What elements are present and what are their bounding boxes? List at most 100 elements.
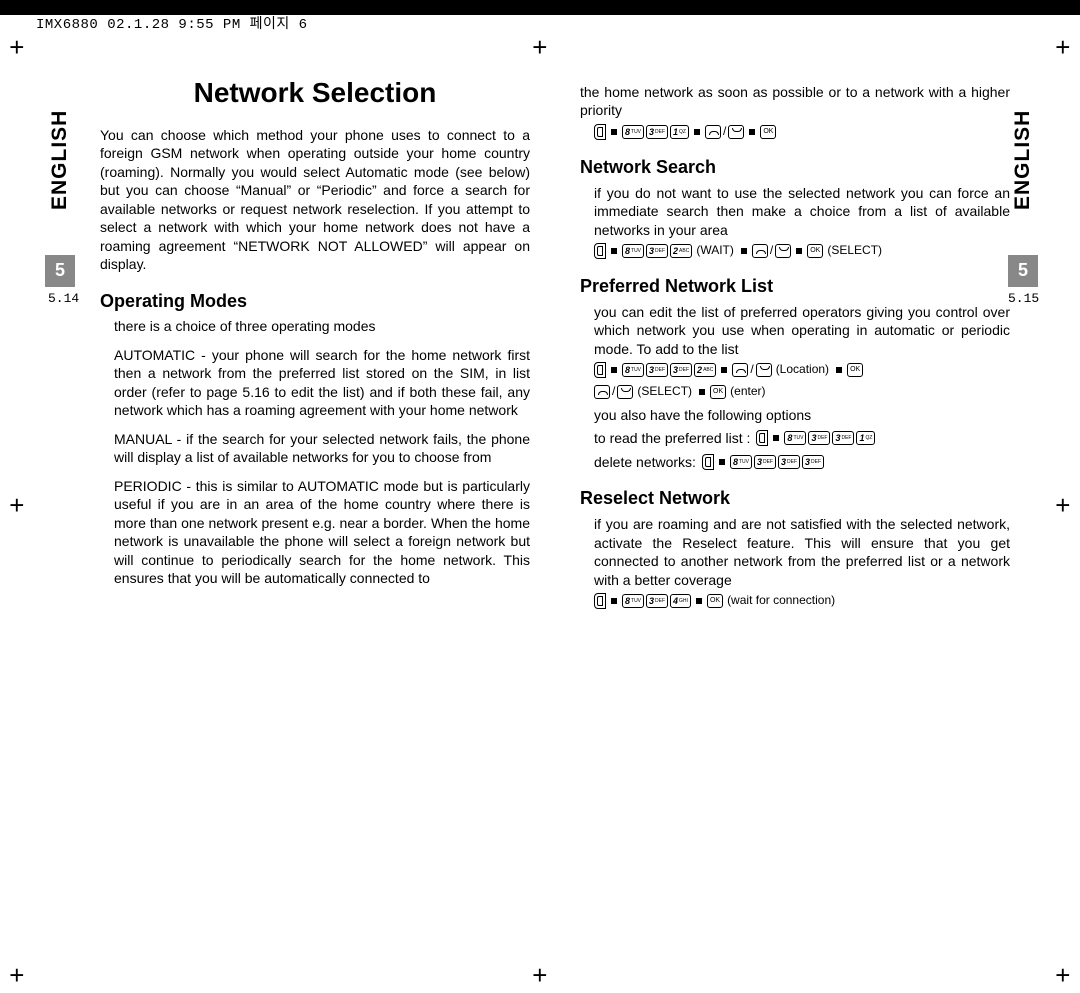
pref-also: you also have the following options [594,406,1010,424]
top-black-strip [0,0,1080,15]
key-sequence-pref-read: to read the preferred list : 8TUV 3DEF 3… [594,429,1010,447]
ok-key-icon: OK [760,125,776,139]
select-annotation: (SELECT) [827,243,882,259]
imprint-line: IMX6880 02.1.28 9:55 PM 페이지 6 [36,16,308,34]
crop-mark: + [532,960,548,993]
left-column: Network Selection You can choose which m… [100,75,530,588]
key-sequence-pref-delete: delete networks: 8TUV 3DEF 3DEF 3DEF [594,453,1010,471]
crop-mark: + [532,32,548,66]
softkey-up-icon [752,244,768,258]
square-icon [699,389,705,395]
square-icon [741,248,747,254]
key-8: 8TUV [622,244,644,258]
square-icon [611,367,617,373]
square-icon [773,435,779,441]
wait-annotation: (WAIT) [696,243,734,259]
softkey-down-icon [756,363,772,377]
key-8: 8TUV [784,431,806,445]
key-sequence-search: 8TUV 3DEF 2ABC (WAIT) / OK (SELECT) [594,243,1010,259]
right-page-num: 5.15 [1008,290,1039,307]
crop-mark: + [9,490,25,524]
left-page-num: 5.14 [48,290,79,307]
key-3: 3DEF [646,363,668,377]
select-annotation: (SELECT) [637,384,692,400]
crop-mark: + [1055,960,1071,993]
key-3: 3DEF [646,594,668,608]
softkey-down-icon [728,125,744,139]
right-chapter-tab: 5 [1008,255,1038,287]
square-icon [836,367,842,373]
key-8: 8TUV [730,455,752,469]
softkey-up-icon [705,125,721,139]
menu-key-icon [594,362,606,378]
square-icon [611,129,617,135]
wait-connection-annotation: (wait for connection) [727,593,835,609]
key-3: 3DEF [646,244,668,258]
square-icon [796,248,802,254]
key-8: 8TUV [622,125,644,139]
reselect-body: if you are roaming and are not satisfied… [594,515,1010,589]
square-icon [694,129,700,135]
pref-read-label: to read the preferred list : [594,429,750,447]
key-8: 8TUV [622,363,644,377]
key-4: 4GHI [670,594,691,608]
key-sequence-reselect: 8TUV 3DEF 4GHI OK (wait for connection) [594,593,1010,609]
heading-network-search: Network Search [580,156,1010,180]
key-3: 3DEF [832,431,854,445]
key-2: 2ABC [670,244,692,258]
crop-mark: + [9,32,25,66]
intro-paragraph: You can choose which method your phone u… [100,126,530,274]
continuation: the home network as soon as possible or … [580,83,1010,120]
crop-mark: + [1055,490,1071,524]
op-periodic: PERIODIC - this is similar to AUTOMATIC … [114,477,530,588]
enter-annotation: (enter) [730,384,765,400]
key-3: 3DEF [670,363,692,377]
pref-body: you can edit the list of preferred opera… [594,303,1010,358]
menu-key-icon [594,124,606,140]
menu-key-icon [756,430,768,446]
ok-key-icon: OK [847,363,863,377]
crop-mark: + [9,960,25,993]
manual-spread: IMX6880 02.1.28 9:55 PM 페이지 6 + + + + + … [0,0,1080,993]
key-3: 3DEF [802,455,824,469]
ok-key-icon: OK [807,244,823,258]
square-icon [749,129,755,135]
square-icon [719,459,725,465]
heading-reselect: Reselect Network [580,487,1010,511]
square-icon [611,248,617,254]
key-1: 1QZ [670,125,689,139]
right-column: the home network as soon as possible or … [580,75,1010,615]
location-annotation: (Location) [776,362,829,378]
softkey-up-icon [594,385,610,399]
softkey-down-icon [775,244,791,258]
key-3: 3DEF [646,125,668,139]
key-sequence-mode: 8TUV 3DEF 1QZ / OK [594,124,1010,140]
op-manual: MANUAL - if the search for your selected… [114,430,530,467]
key-3: 3DEF [778,455,800,469]
softkey-down-icon [617,385,633,399]
heading-preferred-list: Preferred Network List [580,275,1010,299]
key-sequence-pref-add-1: 8TUV 3DEF 3DEF 2ABC / (Location) OK [594,362,1010,378]
key-3: 3DEF [754,455,776,469]
softkey-up-icon [732,363,748,377]
left-chapter-tab: 5 [45,255,75,287]
key-2: 2ABC [694,363,716,377]
left-lang-tab: ENGLISH [45,75,75,245]
menu-key-icon [594,593,606,609]
menu-key-icon [594,243,606,259]
op-intro: there is a choice of three operating mod… [114,317,530,335]
heading-operating-modes: Operating Modes [100,290,530,314]
key-8: 8TUV [622,594,644,608]
key-sequence-pref-add-2: / (SELECT) OK (enter) [594,384,1010,400]
square-icon [721,367,727,373]
pref-del-label: delete networks: [594,453,696,471]
square-icon [696,598,702,604]
ok-key-icon: OK [710,385,726,399]
menu-key-icon [702,454,714,470]
square-icon [611,598,617,604]
ok-key-icon: OK [707,594,723,608]
key-1: 1QZ [856,431,875,445]
right-lang-tab: ENGLISH [1008,75,1038,245]
page-title: Network Selection [100,75,530,112]
crop-mark: + [1055,32,1071,66]
